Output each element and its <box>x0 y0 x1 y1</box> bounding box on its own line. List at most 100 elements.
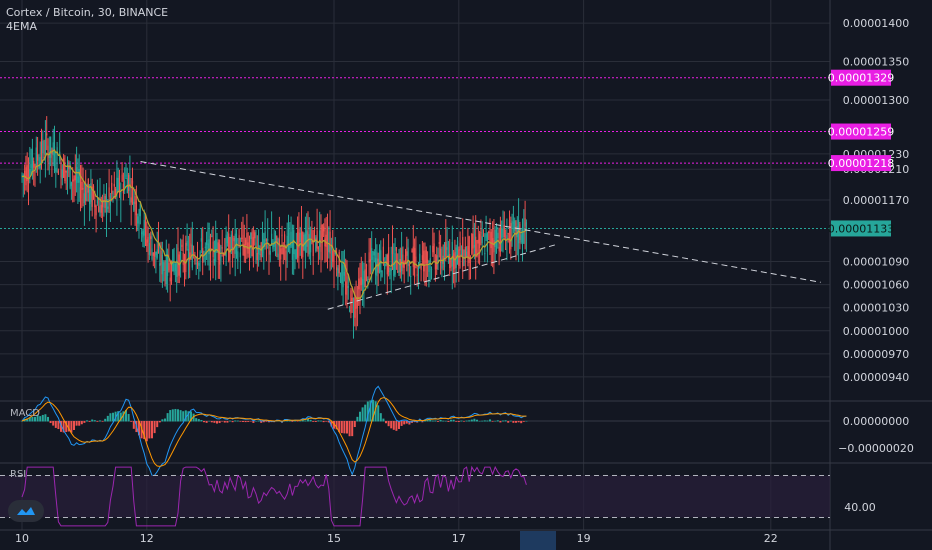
macd-histogram-bar <box>320 420 322 422</box>
macd-histogram-bar <box>249 421 252 422</box>
macd-histogram-bar <box>385 421 387 424</box>
candle-body <box>280 248 282 260</box>
candle-body <box>359 280 361 305</box>
candle-body <box>164 272 166 281</box>
macd-histogram-bar <box>431 420 434 422</box>
candle-body <box>358 278 360 290</box>
candle-body <box>81 181 83 191</box>
candle-body <box>94 199 96 208</box>
candle-body <box>226 236 228 244</box>
candle-body <box>473 245 475 248</box>
macd-histogram-bar <box>247 421 250 422</box>
candle-body <box>352 315 355 318</box>
macd-histogram-bar <box>351 421 354 437</box>
macd-histogram-bar <box>473 418 476 422</box>
candle-body <box>462 237 464 267</box>
rsi-pane-label: RSI <box>10 469 27 480</box>
candle-body <box>307 232 309 235</box>
candle-body <box>485 233 487 238</box>
candle-body <box>323 226 325 232</box>
candle-body <box>189 252 191 261</box>
macd-histogram-bar <box>468 420 471 422</box>
macd-histogram-bar <box>156 421 159 428</box>
candle-body <box>46 133 48 136</box>
candle-body <box>52 142 54 156</box>
candle-body <box>501 228 503 238</box>
candle-body <box>312 243 314 257</box>
candle-body <box>117 177 119 191</box>
candle-body <box>268 245 270 255</box>
macd-histogram-bar <box>221 421 224 422</box>
macd-histogram-bar <box>164 418 166 422</box>
candle-body <box>484 253 486 255</box>
tradingview-logo-icon[interactable] <box>8 500 44 522</box>
macd-histogram-bar <box>226 421 229 423</box>
x-tick-label: 17 <box>452 532 466 545</box>
candle-body <box>407 247 409 266</box>
candle-body <box>167 254 169 276</box>
candle-body <box>237 251 239 262</box>
candle-body <box>245 239 247 246</box>
candle-body <box>282 247 284 255</box>
macd-histogram-bar <box>304 420 307 422</box>
candle-body <box>328 244 330 253</box>
macd-histogram-bar <box>151 421 153 439</box>
macd-tick-label: −0.00000020 <box>838 442 914 455</box>
candle-body <box>351 297 353 302</box>
macd-histogram-bar <box>231 421 234 423</box>
candle-body <box>505 248 507 250</box>
candle-body <box>134 195 136 204</box>
x-tick-label: 12 <box>140 532 154 545</box>
candle-body <box>329 231 331 254</box>
macd-histogram-bar <box>504 420 507 422</box>
candle-body <box>96 200 98 204</box>
macd-histogram-bar <box>93 420 96 422</box>
candle-body <box>363 270 365 293</box>
price-chart[interactable]: 10 12 15 17 19 22 0.00001400 0.00001350 0.000013… <box>0 0 932 550</box>
candle-body <box>391 246 394 254</box>
candle-body <box>338 252 340 274</box>
candle-body <box>251 231 253 257</box>
candle-body <box>155 251 157 256</box>
candle-body <box>414 248 416 277</box>
candle-body <box>156 249 158 258</box>
macd-histogram-bar <box>101 421 104 422</box>
candle-body <box>233 238 235 242</box>
candle-body <box>235 233 238 242</box>
candle-body <box>211 235 213 237</box>
candle-body <box>160 250 162 265</box>
macd-histogram-bar <box>353 421 356 428</box>
candle-body <box>408 263 410 267</box>
candle-body <box>190 243 192 247</box>
candle-body <box>432 245 434 253</box>
macd-histogram-bar <box>450 419 452 422</box>
candle-body <box>453 253 455 270</box>
y-tick-label: 0.00001060 <box>843 279 909 292</box>
level-price-label: 0.00001329 <box>828 72 894 85</box>
candle-body <box>147 237 149 243</box>
candle-body <box>287 233 290 235</box>
candle-body <box>44 139 46 156</box>
candle-body <box>415 256 417 262</box>
macd-histogram-bar <box>522 421 525 422</box>
candle-body <box>343 271 345 276</box>
macd-histogram-bar <box>512 421 515 423</box>
candle-body <box>520 234 522 243</box>
macd-histogram-bar <box>244 421 247 423</box>
candle-body <box>367 279 369 283</box>
candle-body <box>481 236 483 244</box>
macd-histogram-bar <box>41 414 44 422</box>
candle-body <box>24 170 26 177</box>
macd-histogram-bar <box>179 410 182 422</box>
candle-body <box>152 252 154 256</box>
level-price-label: 0.00001259 <box>828 126 894 139</box>
candle-body <box>111 182 113 194</box>
macd-histogram-bar <box>312 421 315 422</box>
candle-body <box>371 248 373 260</box>
candle-body <box>403 261 405 268</box>
candle-body <box>35 147 37 168</box>
macd-histogram-bar <box>494 420 497 422</box>
candle-body <box>333 254 335 269</box>
candle-body <box>321 224 323 241</box>
candle-body <box>295 248 297 260</box>
